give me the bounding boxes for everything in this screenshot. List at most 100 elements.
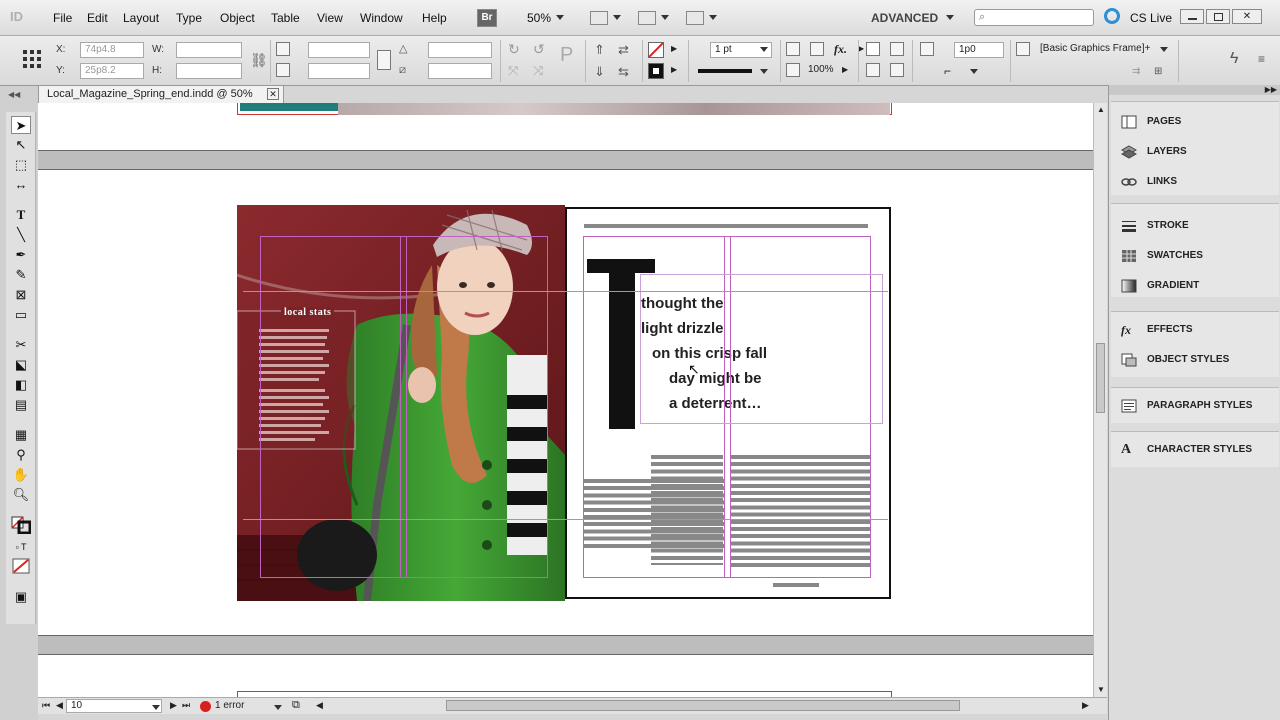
page-number-field[interactable]: 10 (66, 699, 162, 713)
menu-table[interactable]: Table (271, 11, 300, 25)
pen-tool-icon[interactable]: ✒ (11, 246, 31, 264)
scroll-up-icon[interactable]: ▲ (1097, 105, 1105, 114)
panel-menu-icon[interactable]: ⊞ (1154, 66, 1162, 77)
x-position-field[interactable]: 74p4.8 (80, 42, 144, 58)
drop-shadow-icon[interactable] (786, 42, 800, 56)
chevron-down-icon[interactable] (613, 15, 621, 20)
close-button[interactable]: ✕ (1232, 9, 1262, 24)
last-page-icon[interactable]: ⏭ (182, 700, 190, 711)
restore-button[interactable] (1206, 9, 1230, 24)
align-top-icon[interactable] (866, 63, 880, 77)
chevron-down-icon[interactable] (556, 15, 564, 20)
document-canvas[interactable]: local stats I thought the light drizzle … (38, 103, 1093, 697)
select-previous-icon[interactable]: ⇄ (618, 42, 629, 58)
first-page-icon[interactable]: ⏮ (42, 700, 50, 711)
document-tab[interactable]: Local_Magazine_Spring_end.indd @ 50% ✕ (38, 85, 284, 103)
pencil-tool-icon[interactable]: ✎ (11, 266, 31, 284)
scroll-down-icon[interactable]: ▼ (1097, 685, 1105, 694)
panel-stroke[interactable]: STROKE (1119, 216, 1279, 236)
workspace-switcher[interactable]: ADVANCED (871, 11, 938, 25)
fx-icon[interactable]: fx. (834, 42, 847, 57)
screen-mode-icon[interactable] (638, 11, 656, 25)
error-icon[interactable] (200, 701, 211, 712)
collapse-tools-icon[interactable]: ◀◀ (8, 90, 30, 100)
scroll-right-icon[interactable]: ▶ (1082, 700, 1089, 711)
zoom-tool-icon[interactable]: 🔍︎ (11, 486, 31, 504)
flip-vertical-icon[interactable]: ⤨ (533, 63, 543, 79)
effects-icon[interactable] (810, 42, 824, 56)
height-field[interactable] (176, 63, 242, 79)
gradient-feather-tool-icon[interactable]: ▤ (11, 396, 31, 414)
hand-tool-icon[interactable]: ✋ (11, 466, 31, 484)
type-tool-icon[interactable]: T (11, 206, 31, 224)
y-position-field[interactable]: 25p8.2 (80, 63, 144, 79)
apply-none-icon[interactable] (11, 558, 31, 576)
opacity-field[interactable]: 100% (804, 63, 838, 79)
stroke-dropdown-icon[interactable]: ▶ (671, 65, 677, 74)
opacity-icon[interactable] (786, 63, 800, 77)
minimize-button[interactable] (1180, 9, 1204, 24)
note-tool-icon[interactable]: ▦ (11, 426, 31, 444)
object-style-select[interactable]: [Basic Graphics Frame]+ (1036, 42, 1170, 58)
menu-window[interactable]: Window (360, 11, 403, 25)
horizontal-scroll-thumb[interactable] (446, 700, 960, 711)
menu-file[interactable]: File (53, 11, 72, 25)
fill-none-swatch[interactable] (648, 42, 664, 58)
panel-swatches[interactable]: SWATCHES (1119, 246, 1279, 266)
align-center-icon[interactable] (890, 63, 904, 77)
collapse-dock-icon[interactable]: ▶▶ (1109, 85, 1280, 95)
next-page-icon[interactable]: ▶ (170, 700, 177, 711)
panel-paragraph-styles[interactable]: PARAGRAPH STYLES (1119, 396, 1279, 416)
line-tool-icon[interactable]: ╲ (11, 226, 31, 244)
path-type-icon[interactable]: P (560, 44, 573, 67)
flip-icon[interactable]: ⤧ (508, 63, 518, 79)
cs-live-icon[interactable] (1104, 8, 1120, 24)
menu-layout[interactable]: Layout (123, 11, 159, 25)
stroke-type-select[interactable] (696, 63, 772, 79)
corner-options-icon[interactable]: ⌐ (944, 64, 951, 78)
cs-live-label[interactable]: CS Live (1130, 11, 1172, 25)
panel-links[interactable]: LINKS (1119, 172, 1279, 192)
vertical-scroll-thumb[interactable] (1096, 343, 1105, 413)
bridge-button[interactable]: Br (477, 9, 497, 27)
panel-pages[interactable]: PAGES (1119, 112, 1279, 132)
menu-view[interactable]: View (317, 11, 343, 25)
panel-layers[interactable]: LAYERS (1119, 142, 1279, 162)
chevron-down-icon[interactable] (152, 705, 160, 710)
rectangle-tool-icon[interactable]: ▭ (11, 306, 31, 324)
zoom-level[interactable]: 50% (527, 11, 551, 25)
constrain-icon[interactable] (377, 50, 391, 70)
vertical-scrollbar[interactable]: ▲ ▼ (1093, 103, 1107, 697)
text-frame-outline[interactable] (640, 274, 883, 424)
direct-selection-tool-icon[interactable]: ↖ (11, 136, 31, 154)
chevron-down-icon[interactable] (274, 705, 282, 710)
chevron-down-icon[interactable] (1160, 47, 1168, 52)
fill-stroke-icon[interactable] (11, 516, 32, 535)
shear-field[interactable] (428, 63, 492, 79)
chevron-down-icon[interactable] (709, 15, 717, 20)
scale-y-field[interactable] (308, 63, 370, 79)
menu-edit[interactable]: Edit (87, 11, 108, 25)
chain-link-icon[interactable]: ⛓ (250, 52, 268, 69)
scissors-tool-icon[interactable]: ✂ (11, 336, 31, 354)
chevron-down-icon[interactable] (760, 47, 768, 52)
control-menu-icon[interactable]: ≡ (1258, 52, 1265, 66)
menu-object[interactable]: Object (220, 11, 255, 25)
horizontal-guide[interactable] (243, 519, 888, 520)
chevron-down-icon[interactable] (760, 69, 768, 74)
menu-help[interactable]: Help (422, 11, 447, 25)
chevron-down-icon[interactable] (661, 15, 669, 20)
preflight-errors[interactable]: 1 error (215, 700, 244, 711)
object-style-icon[interactable] (1016, 42, 1030, 56)
select-content-icon[interactable]: ⇓ (594, 64, 605, 80)
rotation-field[interactable] (428, 42, 492, 58)
search-input[interactable]: ⌕ (974, 9, 1094, 26)
rotate-cw-icon[interactable]: ↻ (508, 41, 520, 58)
horizontal-guide[interactable] (243, 291, 888, 292)
select-container-icon[interactable]: ⇑ (594, 42, 605, 58)
panel-character-styles[interactable]: A CHARACTER STYLES (1119, 440, 1279, 460)
clear-overrides-icon[interactable]: ⇉ (1132, 66, 1140, 77)
eyedropper-tool-icon[interactable]: ⚲ (11, 446, 31, 464)
close-icon[interactable]: ✕ (267, 88, 279, 100)
free-transform-tool-icon[interactable]: ⬕ (11, 356, 31, 374)
